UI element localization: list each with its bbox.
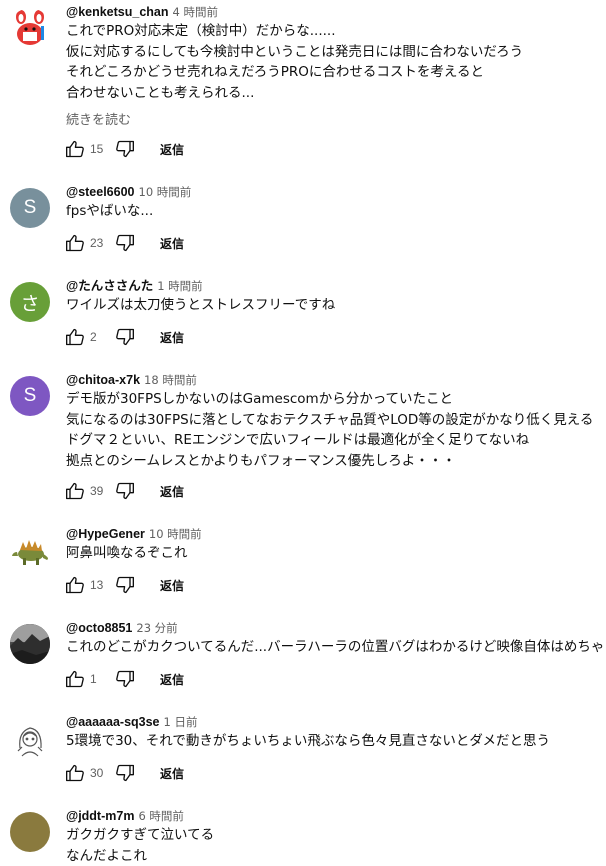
comment-line: 拠点とのシームレスとかよりもパフォーマンス優先しろよ・・・ [66,451,593,472]
like-count: 23 [90,236,106,250]
avatar-letter: S [24,385,37,407]
reply-button[interactable]: 返信 [160,577,184,594]
comment-line: これでPRO対応未定（検討中）だからな...... [66,21,523,42]
comment-timestamp[interactable]: 1 日前 [164,715,198,729]
like-count: 1 [90,672,106,686]
comment-author[interactable]: @たんささんた [66,279,153,293]
comment-header: @chitoa-x7k 18 時間前 [66,372,197,388]
comment-timestamp[interactable]: 23 分前 [136,621,177,635]
comment-author[interactable]: @octo8851 [66,621,132,635]
avatar-letter: さ [20,289,39,316]
comment-author[interactable]: @kenketsu_chan [66,5,169,19]
comment-header: @HypeGener 10 時間前 [66,526,202,542]
comment-text: ガクガクすぎて泣いてる なんだよこれ [66,825,214,866]
reply-button[interactable]: 返信 [160,671,184,688]
read-more-link[interactable]: 続きを読む [66,109,131,128]
comment-actions: 23 返信 [64,231,184,255]
reply-button[interactable]: 返信 [160,141,184,158]
comment-text: fpsやばいな... [66,201,153,222]
comment-line: 阿鼻叫喚なるぞこれ [66,543,188,564]
comment-timestamp[interactable]: 1 時間前 [157,279,202,293]
comment-line: なんだよこれ [66,846,214,866]
like-count: 39 [90,484,106,498]
thumbs-up-icon[interactable] [64,326,86,348]
thumbs-up-icon[interactable] [64,762,86,784]
comment-line: 合わせないことも考えられる... [66,83,523,104]
comment-author[interactable]: @HypeGener [66,527,145,541]
like-count: 15 [90,142,106,156]
thumbs-down-icon[interactable] [114,326,136,348]
avatar-letter: S [24,197,37,219]
comment-actions: 1 返信 [64,667,184,691]
thumbs-down-icon[interactable] [114,138,136,160]
comment-text: ワイルズは太刀使うとストレスフリーですね [66,295,335,316]
avatar[interactable]: S [10,188,50,228]
comment-header: @octo8851 23 分前 [66,620,178,636]
thumbs-up-icon[interactable] [64,574,86,596]
avatar[interactable]: S [10,376,50,416]
like-count: 13 [90,578,106,592]
comment-timestamp[interactable]: 6 時間前 [138,809,183,823]
comment-line: 仮に対応するにしても今検討中ということは発売日には間に合わないだろう [66,42,523,63]
reply-button[interactable]: 返信 [160,483,184,500]
comment-timestamp[interactable]: 18 時間前 [144,373,197,387]
avatar[interactable]: さ [10,282,50,322]
thumbs-up-icon[interactable] [64,138,86,160]
comment-header: @steel6600 10 時間前 [66,184,191,200]
avatar[interactable] [10,812,50,852]
comment-header: @aaaaaa-sq3se 1 日前 [66,714,198,730]
dinosaur-avatar-icon[interactable] [10,530,50,570]
comment-line: デモ版が30FPSしかないのはGamescomから分かっていたこと [66,389,593,410]
reply-button[interactable]: 返信 [160,329,184,346]
reply-button[interactable]: 返信 [160,235,184,252]
comment-line: ガクガクすぎて泣いてる [66,825,214,846]
comment-actions: 2 返信 [64,325,184,349]
comment-timestamp[interactable]: 10 時間前 [149,527,202,541]
comment-header: @たんささんた 1 時間前 [66,278,203,294]
thumbs-down-icon[interactable] [114,762,136,784]
comment-author[interactable]: @steel6600 [66,185,135,199]
thumbs-down-icon[interactable] [114,574,136,596]
anime-girl-avatar-icon[interactable] [10,718,50,758]
comment-text: 阿鼻叫喚なるぞこれ [66,543,188,564]
comment-text: デモ版が30FPSしかないのはGamescomから分かっていたこと 気になるのは… [66,389,593,471]
comment-actions: 13 返信 [64,573,184,597]
comment-line: ワイルズは太刀使うとストレスフリーですね [66,295,335,316]
comment-text: これでPRO対応未定（検討中）だからな...... 仮に対応するにしても今検討中… [66,21,523,103]
comment-text: これのどこがカクついてるんだ...バーラハーラの位置バグはわかるけど映像自体はめ… [66,637,604,658]
comment-timestamp[interactable]: 10 時間前 [139,185,192,199]
comment-header: @jddt-m7m 6 時間前 [66,808,184,824]
like-count: 30 [90,766,106,780]
comment-actions: 30 返信 [64,761,184,785]
comment-line: 気になるのは30FPSに落としてなおテクスチャ品質やLOD等の設定がかなり低く見… [66,410,593,431]
comment-actions: 39 返信 [64,479,184,503]
comment-actions: 15 返信 [64,137,184,161]
comment-author[interactable]: @jddt-m7m [66,809,134,823]
thumbs-down-icon[interactable] [114,232,136,254]
landscape-avatar-icon[interactable] [10,624,50,664]
comment-author[interactable]: @chitoa-x7k [66,373,140,387]
thumbs-up-icon[interactable] [64,480,86,502]
comment-line: それどころかどうせ売れねえだろうPROに合わせるコストを考えると [66,62,523,83]
thumbs-down-icon[interactable] [114,480,136,502]
reply-button[interactable]: 返信 [160,765,184,782]
mascot-avatar-icon[interactable] [10,8,50,48]
comment-line: 5環境で30、それで動きがちょいちょい飛ぶなら色々見直さないとダメだと思う [66,731,550,752]
like-count: 2 [90,330,106,344]
comment-line: これのどこがカクついてるんだ...バーラハーラの位置バグはわかるけど映像自体はめ… [66,637,604,658]
thumbs-down-icon[interactable] [114,668,136,690]
comment-line: fpsやばいな... [66,201,153,222]
comment-header: @kenketsu_chan 4 時間前 [66,4,218,20]
thumbs-up-icon[interactable] [64,232,86,254]
comment-line: ドグマ２といい、REエンジンで広いフィールドは最適化が全く足りてないね [66,430,593,451]
comment-text: 5環境で30、それで動きがちょいちょい飛ぶなら色々見直さないとダメだと思う [66,731,550,752]
thumbs-up-icon[interactable] [64,668,86,690]
comment-timestamp[interactable]: 4 時間前 [173,5,218,19]
comment-author[interactable]: @aaaaaa-sq3se [66,715,160,729]
